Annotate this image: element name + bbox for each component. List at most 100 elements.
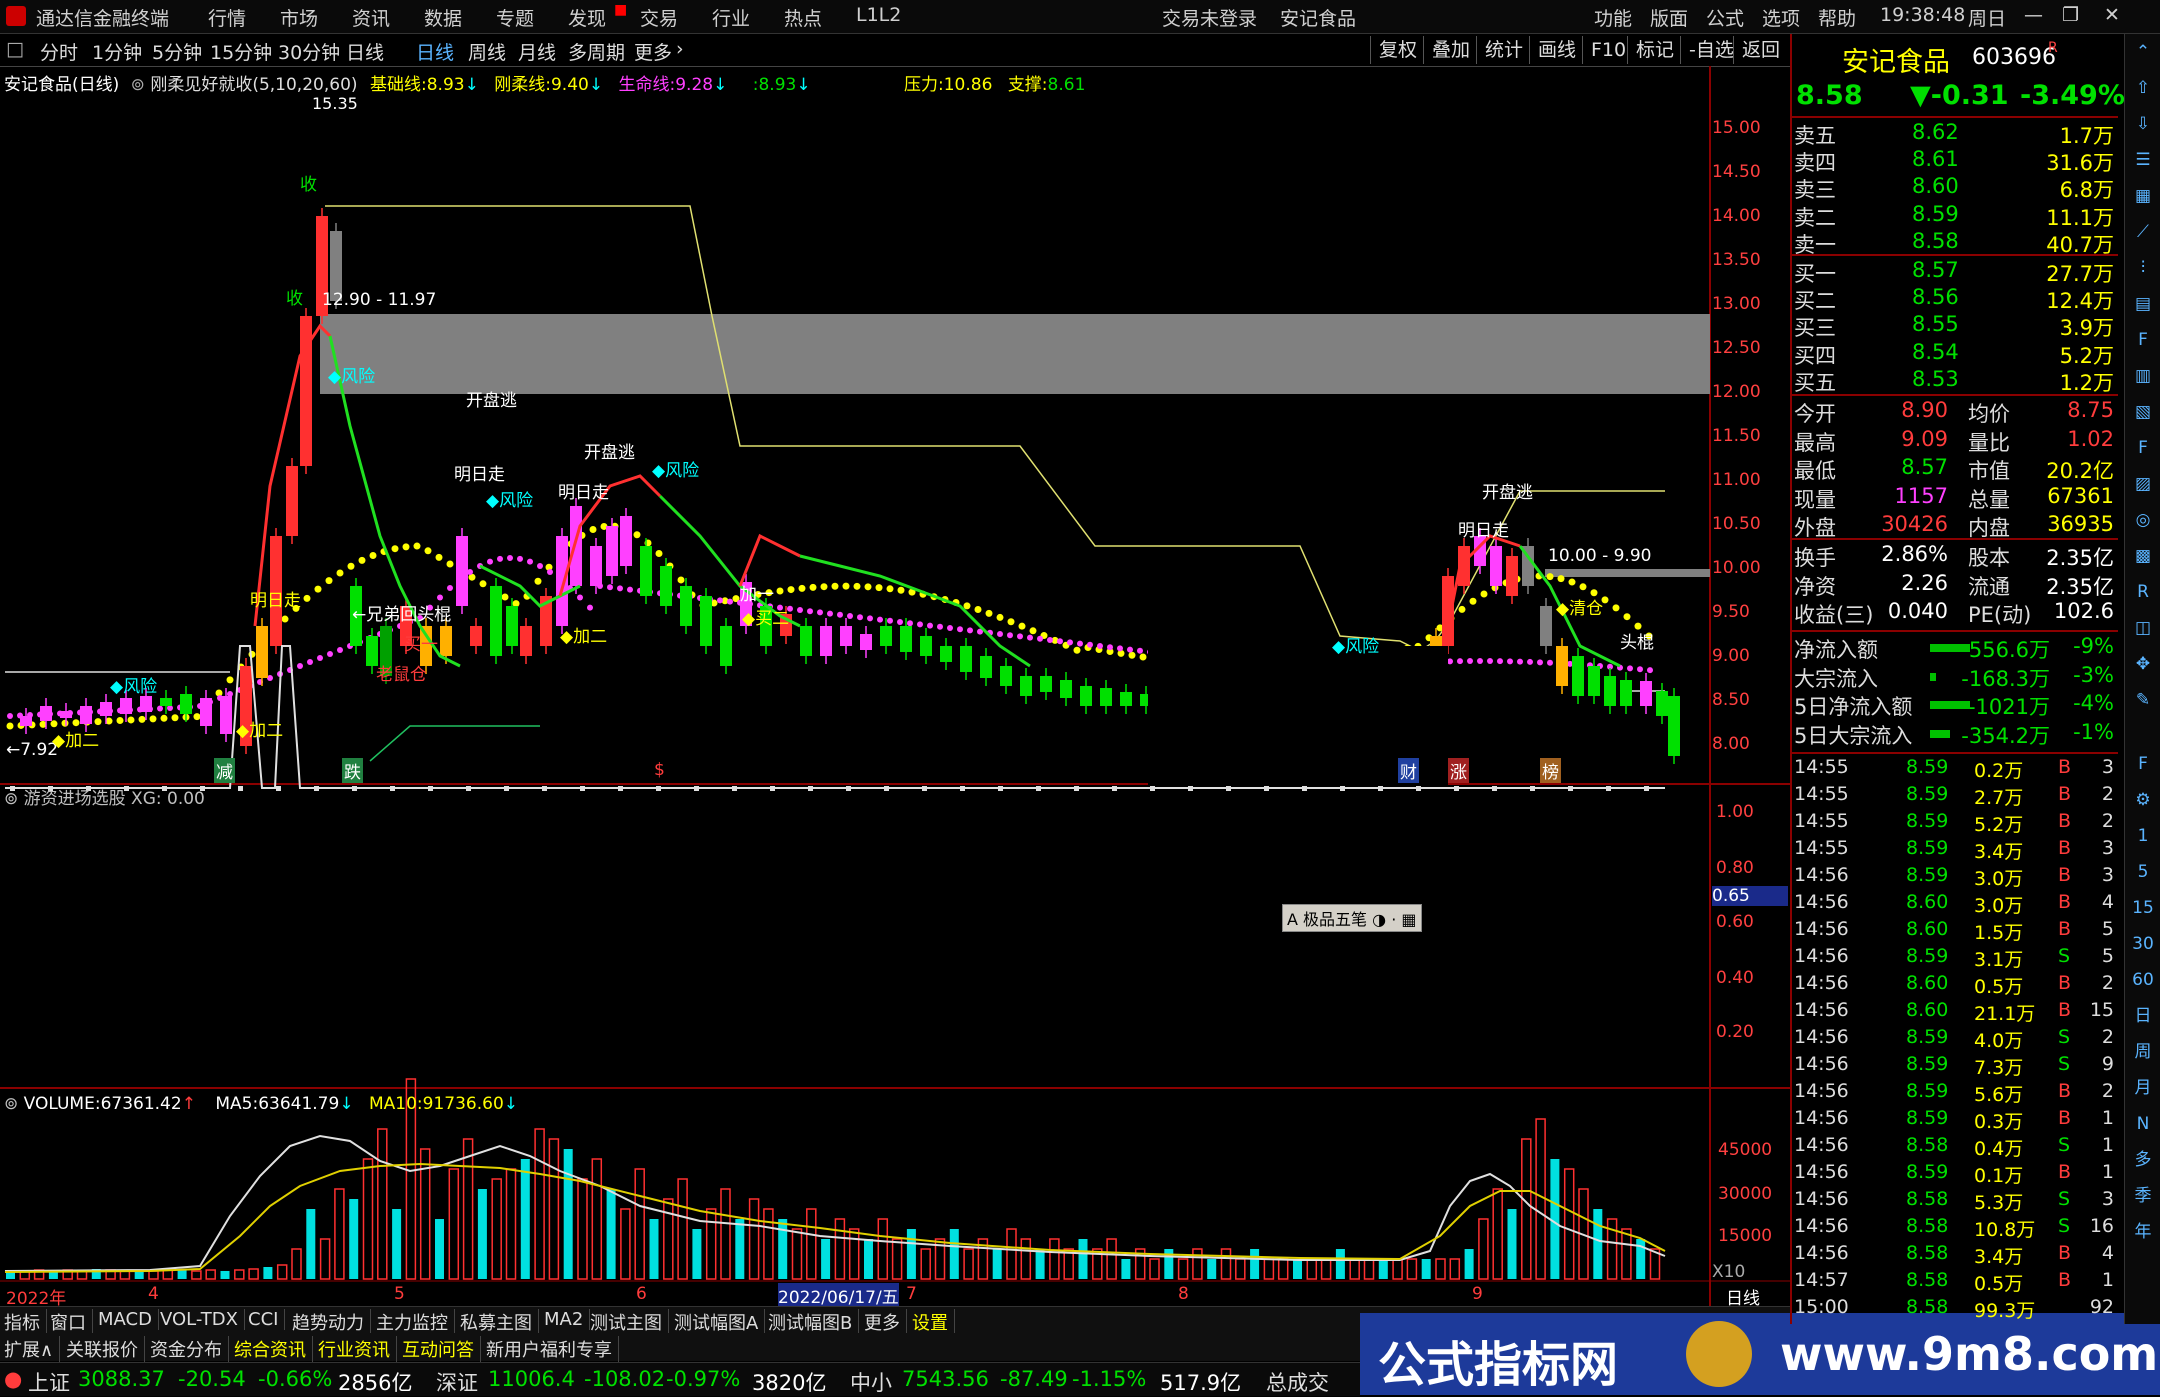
tick-row[interactable]: 14:55 8.59 2.7万 B 2 [1792, 783, 2118, 810]
tool-biaoji[interactable]: 标记 [1627, 36, 1682, 64]
period-fenshi[interactable]: 分时 [40, 38, 78, 65]
menu-faxian[interactable]: 发现 [568, 4, 606, 31]
stat-row[interactable]: 外盘 30426 内盘 36935 [1792, 512, 2118, 540]
tag-zhang[interactable]: 涨 [1448, 758, 1469, 783]
flow-row[interactable]: 5日大宗流入 -354.2万 -1% [1792, 720, 2118, 748]
grid-icon[interactable]: ▦ [2129, 182, 2157, 210]
period-n[interactable]: N [2129, 1110, 2157, 1138]
tab-cci[interactable]: CCI [248, 1309, 286, 1330]
list-icon[interactable]: ☰ [2129, 146, 2157, 174]
kline-chart-area[interactable] [0, 66, 1790, 1306]
tick-row[interactable]: 14:56 8.60 0.5万 B 2 [1792, 972, 2118, 999]
tick-row[interactable]: 14:55 8.59 5.2万 B 2 [1792, 810, 2118, 837]
period-5[interactable]: 5 [2129, 858, 2157, 886]
period-quarter[interactable]: 季 [2129, 1182, 2157, 1210]
doc-icon[interactable]: ▥ [2129, 362, 2157, 390]
mouse-icon[interactable]: ◫ [2129, 614, 2157, 642]
calc-icon[interactable]: ▨ [2129, 470, 2157, 498]
tag-die[interactable]: 跌 [342, 758, 363, 783]
tick-row[interactable]: 14:56 8.59 0.1万 B 1 [1792, 1161, 2118, 1188]
stat-row[interactable]: 净资 2.26 流通 2.35亿 [1792, 571, 2118, 599]
menu-banmian[interactable]: 版面 [1650, 4, 1688, 31]
menu-zixun[interactable]: 资讯 [352, 4, 390, 31]
menu-l1l2[interactable]: L1L2 [856, 4, 901, 26]
bid-row[interactable]: 买四 8.54 5.2万 [1792, 340, 2118, 368]
tab-more[interactable]: 更多 [864, 1309, 907, 1335]
move-icon[interactable]: ✥ [2129, 650, 2157, 678]
period-year[interactable]: 年 [2129, 1218, 2157, 1246]
stat-row[interactable]: 现量 1157 总量 67361 [1792, 484, 2118, 512]
tab-zijin[interactable]: 资金分布 [150, 1336, 229, 1362]
tab-chuangkou[interactable]: 窗口 [50, 1309, 93, 1335]
tab-ceshi-b[interactable]: 测试幅图B [768, 1309, 860, 1335]
menu-zhuanti[interactable]: 专题 [496, 4, 534, 31]
tab-zhuli[interactable]: 主力监控 [376, 1309, 455, 1335]
menu-redian[interactable]: 热点 [784, 4, 822, 31]
zx-label[interactable]: 中小 [850, 1367, 892, 1397]
tick-row[interactable]: 14:56 8.58 3.4万 B 4 [1792, 1242, 2118, 1269]
stat-row[interactable]: 今开 8.90 均价 8.75 [1792, 398, 2118, 426]
ime-a-icon[interactable]: A [1287, 910, 1298, 929]
stat-row[interactable]: 最低 8.57 市值 20.2亿 [1792, 455, 2118, 483]
period-1min[interactable]: 1分钟 [92, 38, 142, 65]
chart-line-icon[interactable]: ⟋ [2129, 218, 2157, 246]
menu-bangzhu[interactable]: 帮助 [1818, 4, 1856, 31]
chevron-up-icon[interactable]: ⌃ [2129, 38, 2157, 66]
cycle-icon[interactable]: ◎ [2129, 506, 2157, 534]
tab-simu[interactable]: 私募主图 [460, 1309, 539, 1335]
close-icon[interactable]: ✕ [2104, 4, 2120, 26]
period-1[interactable]: 1 [2129, 822, 2157, 850]
tab-ma2[interactable]: MA2 [544, 1309, 591, 1330]
menu-shuju[interactable]: 数据 [424, 4, 462, 31]
pen-icon[interactable]: ✎ [2129, 686, 2157, 714]
stat-row[interactable]: 收益(三) 0.040 PE(动) 102.6 [1792, 599, 2118, 627]
arrow-up-icon[interactable]: ⇧ [2129, 74, 2157, 102]
tab-zhibiao[interactable]: 指标 [4, 1309, 47, 1335]
tick-row[interactable]: 14:56 8.59 3.0万 B 3 [1792, 864, 2118, 891]
menu-xuanxiang[interactable]: 选项 [1762, 4, 1800, 31]
tab-macd[interactable]: MACD [98, 1309, 159, 1330]
tick-row[interactable]: 14:56 8.60 21.1万 B 15 [1792, 999, 2118, 1026]
tick-row[interactable]: 14:55 8.59 0.2万 B 3 [1792, 756, 2118, 783]
toggle-icon[interactable]: □ [6, 38, 24, 60]
menu-gongneng[interactable]: 功能 [1594, 4, 1632, 31]
period-week[interactable]: 周 [2129, 1038, 2157, 1066]
ask-row[interactable]: 卖五 8.62 1.7万 [1792, 120, 2118, 148]
ime-moon-icon[interactable]: ◑ [1372, 910, 1386, 929]
tool-huaxian[interactable]: 画线 [1529, 36, 1584, 64]
tick-row[interactable]: 14:56 8.59 7.3万 S 9 [1792, 1053, 2118, 1080]
ask-row[interactable]: 卖二 8.59 11.1万 [1792, 202, 2118, 230]
flow-row[interactable]: 大宗流入 -168.3万 -3% [1792, 663, 2118, 691]
period-multi[interactable]: 多 [2129, 1146, 2157, 1174]
menu-gongshi[interactable]: 公式 [1706, 4, 1744, 31]
period-weekly[interactable]: 周线 [468, 38, 506, 65]
stat-row[interactable]: 换手 2.86% 股本 2.35亿 [1792, 542, 2118, 570]
ask-row[interactable]: 卖三 8.60 6.8万 [1792, 174, 2118, 202]
tick-row[interactable]: 14:56 8.59 5.6万 B 2 [1792, 1080, 2118, 1107]
period-multi[interactable]: 多周期 [568, 38, 625, 65]
ime-dot-icon[interactable]: · [1391, 910, 1396, 929]
fs-icon[interactable]: F [2129, 750, 2157, 778]
tag-cai[interactable]: 财 [1398, 758, 1419, 783]
tick-row[interactable]: 14:55 8.59 3.4万 B 3 [1792, 837, 2118, 864]
doc2-icon[interactable]: ▧ [2129, 398, 2157, 426]
ime-keyboard-icon[interactable]: ▦ [1401, 910, 1416, 929]
period-30[interactable]: 30 [2129, 930, 2157, 958]
menu-shichang[interactable]: 市场 [280, 4, 318, 31]
tick-row[interactable]: 14:56 8.60 1.5万 B 5 [1792, 918, 2118, 945]
tab-ceshi-a[interactable]: 测试幅图A [674, 1309, 766, 1335]
tick-row[interactable]: 14:56 8.58 5.3万 S 3 [1792, 1188, 2118, 1215]
arrow-down-icon[interactable]: ⇩ [2129, 110, 2157, 138]
gear-icon[interactable]: ⚙ [2129, 786, 2157, 814]
bar-icon[interactable]: ▩ [2129, 542, 2157, 570]
formula-gear-icon[interactable]: ⊚ [4, 1094, 18, 1114]
bid-row[interactable]: 买二 8.56 12.4万 [1792, 285, 2118, 313]
tab-expand[interactable]: 扩展∧ [4, 1336, 61, 1362]
chevron-right-icon[interactable]: › [676, 38, 684, 60]
period-day[interactable]: 日 [2129, 1002, 2157, 1030]
f10-icon[interactable]: F [2129, 326, 2157, 354]
period-60[interactable]: 60 [2129, 966, 2157, 994]
tag-jian[interactable]: 减 [214, 758, 235, 783]
tick-row[interactable]: 14:57 8.58 0.5万 B 1 [1792, 1269, 2118, 1296]
menu-hangye[interactable]: 行业 [712, 4, 750, 31]
